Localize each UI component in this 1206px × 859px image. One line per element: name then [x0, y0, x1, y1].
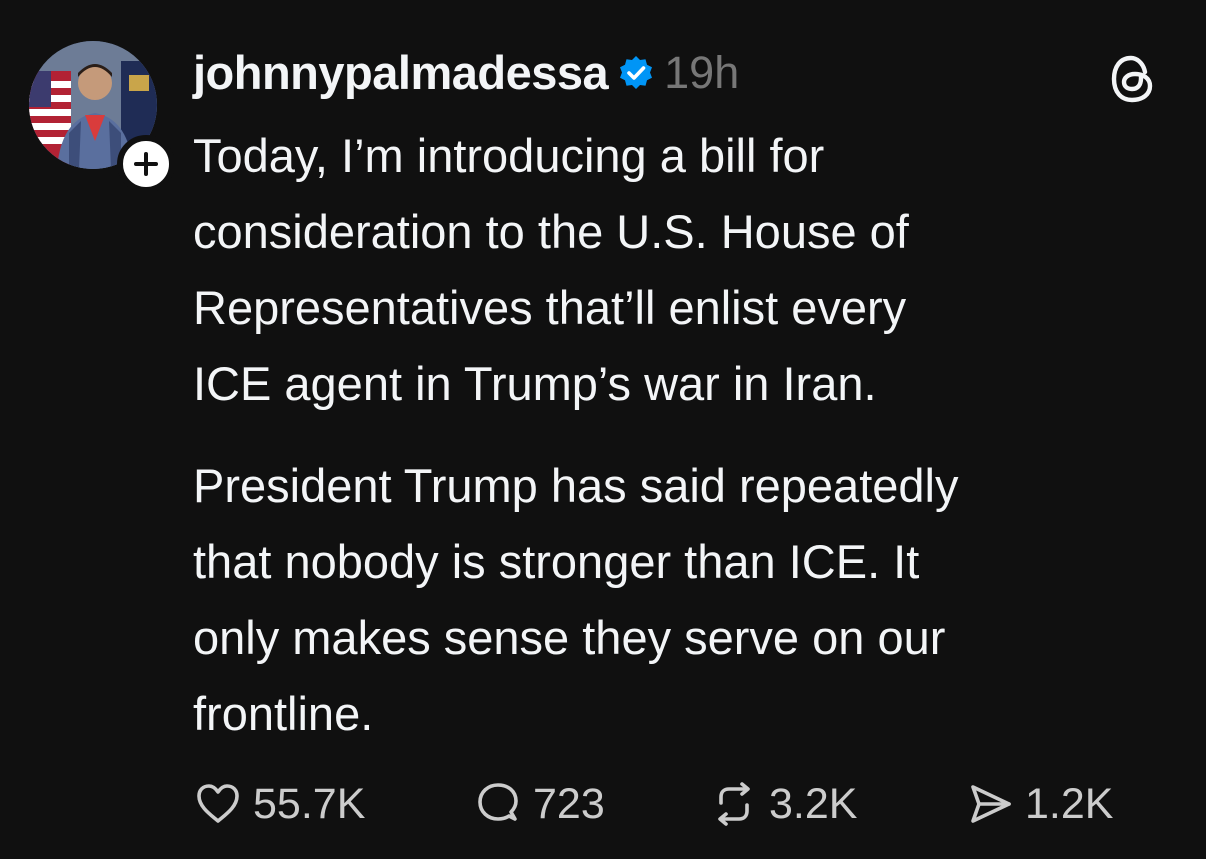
- post-header: johnnypalmadessa 19h: [193, 44, 739, 102]
- share-button[interactable]: 1.2K: [965, 772, 1113, 836]
- post-timestamp: 19h: [664, 47, 740, 98]
- comment-bubble-icon: [473, 779, 523, 829]
- reply-button[interactable]: 723: [473, 772, 651, 836]
- verified-badge-icon: [618, 55, 654, 91]
- share-count: 1.2K: [1025, 780, 1114, 828]
- heart-icon: [193, 779, 243, 829]
- action-bar: 55.7K 723 3.2K 1.2K: [193, 772, 1171, 836]
- plus-icon: [134, 152, 158, 176]
- like-button[interactable]: 55.7K: [193, 772, 413, 836]
- repost-count: 3.2K: [769, 780, 858, 828]
- post-paragraph: Today, I’m introducing a bill for consid…: [193, 129, 909, 410]
- avatar-container[interactable]: [29, 41, 175, 193]
- post-paragraph: President Trump has said repeatedly that…: [193, 459, 959, 740]
- reply-count: 723: [533, 780, 605, 828]
- repost-arrows-icon: [709, 779, 759, 829]
- username-link[interactable]: johnnypalmadessa: [193, 44, 609, 102]
- post-body: Today, I’m introducing a bill for consid…: [193, 118, 1183, 752]
- follow-button[interactable]: [117, 135, 175, 193]
- threads-logo-icon[interactable]: [1108, 52, 1158, 106]
- like-count: 55.7K: [253, 780, 366, 828]
- thread-post: johnnypalmadessa 19h Today, I’m introduc…: [0, 0, 1206, 859]
- send-icon: [965, 779, 1015, 829]
- repost-button[interactable]: 3.2K: [709, 772, 905, 836]
